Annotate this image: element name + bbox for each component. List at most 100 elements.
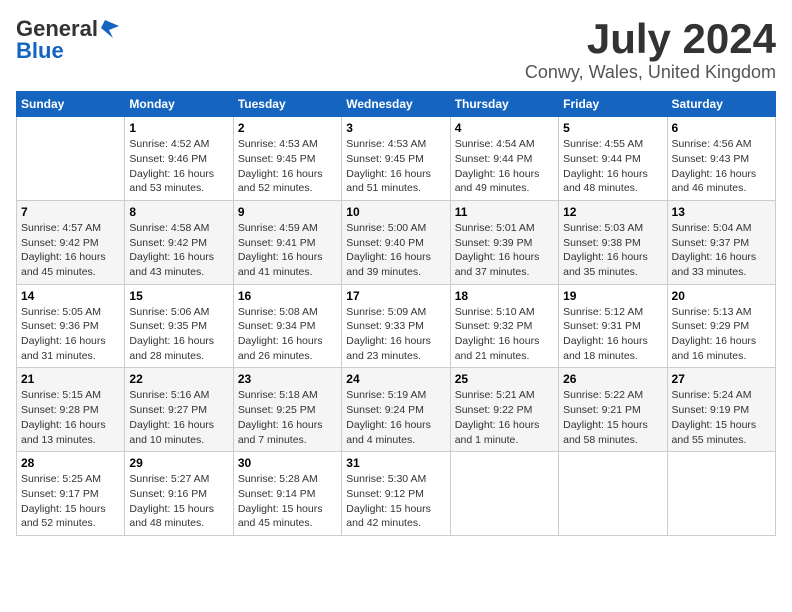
- day-content: Sunrise: 5:03 AMSunset: 9:38 PMDaylight:…: [563, 221, 662, 280]
- empty-cell: [667, 452, 775, 536]
- day-number: 30: [238, 456, 337, 470]
- logo-bird-icon: [99, 18, 121, 40]
- day-content: Sunrise: 5:08 AMSunset: 9:34 PMDaylight:…: [238, 305, 337, 364]
- day-number: 9: [238, 205, 337, 219]
- empty-cell: [450, 452, 558, 536]
- day-content: Sunrise: 4:55 AMSunset: 9:44 PMDaylight:…: [563, 137, 662, 196]
- logo-blue: Blue: [16, 38, 64, 64]
- day-cell-29: 29 Sunrise: 5:27 AMSunset: 9:16 PMDayligh…: [125, 452, 233, 536]
- day-content: Sunrise: 5:27 AMSunset: 9:16 PMDaylight:…: [129, 472, 228, 531]
- day-number: 16: [238, 289, 337, 303]
- day-content: Sunrise: 5:21 AMSunset: 9:22 PMDaylight:…: [455, 388, 554, 447]
- day-cell-21: 21 Sunrise: 5:15 AMSunset: 9:28 PMDayligh…: [17, 368, 125, 452]
- day-content: Sunrise: 5:01 AMSunset: 9:39 PMDaylight:…: [455, 221, 554, 280]
- weekday-saturday: Saturday: [667, 92, 775, 117]
- day-cell-20: 20Sunrise: 5:13 AMSunset: 9:29 PMDayligh…: [667, 284, 775, 368]
- day-content: Sunrise: 4:54 AMSunset: 9:44 PMDaylight:…: [455, 137, 554, 196]
- day-content: Sunrise: 5:22 AMSunset: 9:21 PMDaylight:…: [563, 388, 662, 447]
- day-number: 14: [21, 289, 120, 303]
- day-number: 2: [238, 121, 337, 135]
- day-content: Sunrise: 4:58 AMSunset: 9:42 PMDaylight:…: [129, 221, 228, 280]
- day-number: 23: [238, 372, 337, 386]
- week-row-4: 21 Sunrise: 5:15 AMSunset: 9:28 PMDayligh…: [17, 368, 776, 452]
- day-content: Sunrise: 5:05 AMSunset: 9:36 PMDaylight:…: [21, 305, 120, 364]
- day-cell-19: 19 Sunrise: 5:12 AMSunset: 9:31 PMDayligh…: [559, 284, 667, 368]
- location-title: Conwy, Wales, United Kingdom: [525, 62, 776, 83]
- day-number: 13: [672, 205, 771, 219]
- day-cell-18: 18 Sunrise: 5:10 AMSunset: 9:32 PMDayligh…: [450, 284, 558, 368]
- week-row-1: 1 Sunrise: 4:52 AMSunset: 9:46 PMDaylight…: [17, 117, 776, 201]
- week-row-5: 28Sunrise: 5:25 AMSunset: 9:17 PMDayligh…: [17, 452, 776, 536]
- logo: General Blue: [16, 16, 122, 64]
- day-number: 15: [129, 289, 228, 303]
- day-cell-6: 6Sunrise: 4:56 AMSunset: 9:43 PMDaylight…: [667, 117, 775, 201]
- day-cell-10: 10Sunrise: 5:00 AMSunset: 9:40 PMDayligh…: [342, 200, 450, 284]
- day-number: 21: [21, 372, 120, 386]
- page-header: General Blue July 2024 Conwy, Wales, Uni…: [16, 16, 776, 83]
- day-cell-4: 4 Sunrise: 4:54 AMSunset: 9:44 PMDaylight…: [450, 117, 558, 201]
- day-content: Sunrise: 5:10 AMSunset: 9:32 PMDaylight:…: [455, 305, 554, 364]
- week-row-2: 7 Sunrise: 4:57 AMSunset: 9:42 PMDaylight…: [17, 200, 776, 284]
- day-content: Sunrise: 5:09 AMSunset: 9:33 PMDaylight:…: [346, 305, 445, 364]
- day-content: Sunrise: 5:19 AMSunset: 9:24 PMDaylight:…: [346, 388, 445, 447]
- day-number: 1: [129, 121, 228, 135]
- day-number: 28: [21, 456, 120, 470]
- day-cell-1: 1 Sunrise: 4:52 AMSunset: 9:46 PMDaylight…: [125, 117, 233, 201]
- day-content: Sunrise: 5:18 AMSunset: 9:25 PMDaylight:…: [238, 388, 337, 447]
- day-cell-17: 17 Sunrise: 5:09 AMSunset: 9:33 PMDayligh…: [342, 284, 450, 368]
- day-cell-31: 31Sunrise: 5:30 AMSunset: 9:12 PMDayligh…: [342, 452, 450, 536]
- day-cell-23: 23 Sunrise: 5:18 AMSunset: 9:25 PMDayligh…: [233, 368, 341, 452]
- day-number: 11: [455, 205, 554, 219]
- day-cell-8: 8 Sunrise: 4:58 AMSunset: 9:42 PMDaylight…: [125, 200, 233, 284]
- day-content: Sunrise: 5:00 AMSunset: 9:40 PMDaylight:…: [346, 221, 445, 280]
- day-content: Sunrise: 5:06 AMSunset: 9:35 PMDaylight:…: [129, 305, 228, 364]
- day-cell-11: 11 Sunrise: 5:01 AMSunset: 9:39 PMDayligh…: [450, 200, 558, 284]
- weekday-monday: Monday: [125, 92, 233, 117]
- day-number: 12: [563, 205, 662, 219]
- day-content: Sunrise: 4:53 AMSunset: 9:45 PMDaylight:…: [346, 137, 445, 196]
- day-cell-24: 24Sunrise: 5:19 AMSunset: 9:24 PMDayligh…: [342, 368, 450, 452]
- day-content: Sunrise: 4:59 AMSunset: 9:41 PMDaylight:…: [238, 221, 337, 280]
- day-cell-14: 14 Sunrise: 5:05 AMSunset: 9:36 PMDayligh…: [17, 284, 125, 368]
- day-cell-16: 16 Sunrise: 5:08 AMSunset: 9:34 PMDayligh…: [233, 284, 341, 368]
- day-content: Sunrise: 5:13 AMSunset: 9:29 PMDaylight:…: [672, 305, 771, 364]
- day-number: 5: [563, 121, 662, 135]
- day-cell-13: 13 Sunrise: 5:04 AMSunset: 9:37 PMDayligh…: [667, 200, 775, 284]
- day-content: Sunrise: 5:28 AMSunset: 9:14 PMDaylight:…: [238, 472, 337, 531]
- day-cell-9: 9 Sunrise: 4:59 AMSunset: 9:41 PMDaylight…: [233, 200, 341, 284]
- day-cell-12: 12 Sunrise: 5:03 AMSunset: 9:38 PMDayligh…: [559, 200, 667, 284]
- day-number: 4: [455, 121, 554, 135]
- title-area: July 2024 Conwy, Wales, United Kingdom: [525, 16, 776, 83]
- day-cell-30: 30 Sunrise: 5:28 AMSunset: 9:14 PMDayligh…: [233, 452, 341, 536]
- day-number: 29: [129, 456, 228, 470]
- calendar-table: SundayMondayTuesdayWednesdayThursdayFrid…: [16, 91, 776, 536]
- day-content: Sunrise: 5:15 AMSunset: 9:28 PMDaylight:…: [21, 388, 120, 447]
- day-number: 25: [455, 372, 554, 386]
- day-cell-2: 2Sunrise: 4:53 AMSunset: 9:45 PMDaylight…: [233, 117, 341, 201]
- empty-cell: [559, 452, 667, 536]
- weekday-wednesday: Wednesday: [342, 92, 450, 117]
- weekday-friday: Friday: [559, 92, 667, 117]
- day-cell-7: 7 Sunrise: 4:57 AMSunset: 9:42 PMDaylight…: [17, 200, 125, 284]
- weekday-tuesday: Tuesday: [233, 92, 341, 117]
- day-cell-25: 25 Sunrise: 5:21 AMSunset: 9:22 PMDayligh…: [450, 368, 558, 452]
- empty-cell: [17, 117, 125, 201]
- day-number: 8: [129, 205, 228, 219]
- day-cell-3: 3Sunrise: 4:53 AMSunset: 9:45 PMDaylight…: [342, 117, 450, 201]
- day-number: 27: [672, 372, 771, 386]
- day-content: Sunrise: 4:52 AMSunset: 9:46 PMDaylight:…: [129, 137, 228, 196]
- day-cell-27: 27Sunrise: 5:24 AMSunset: 9:19 PMDayligh…: [667, 368, 775, 452]
- day-number: 18: [455, 289, 554, 303]
- weekday-header-row: SundayMondayTuesdayWednesdayThursdayFrid…: [17, 92, 776, 117]
- month-title: July 2024: [525, 16, 776, 62]
- day-content: Sunrise: 5:04 AMSunset: 9:37 PMDaylight:…: [672, 221, 771, 280]
- day-number: 19: [563, 289, 662, 303]
- day-number: 6: [672, 121, 771, 135]
- day-content: Sunrise: 5:12 AMSunset: 9:31 PMDaylight:…: [563, 305, 662, 364]
- day-cell-26: 26Sunrise: 5:22 AMSunset: 9:21 PMDayligh…: [559, 368, 667, 452]
- day-number: 7: [21, 205, 120, 219]
- day-number: 17: [346, 289, 445, 303]
- day-content: Sunrise: 5:30 AMSunset: 9:12 PMDaylight:…: [346, 472, 445, 531]
- week-row-3: 14 Sunrise: 5:05 AMSunset: 9:36 PMDayligh…: [17, 284, 776, 368]
- day-content: Sunrise: 4:57 AMSunset: 9:42 PMDaylight:…: [21, 221, 120, 280]
